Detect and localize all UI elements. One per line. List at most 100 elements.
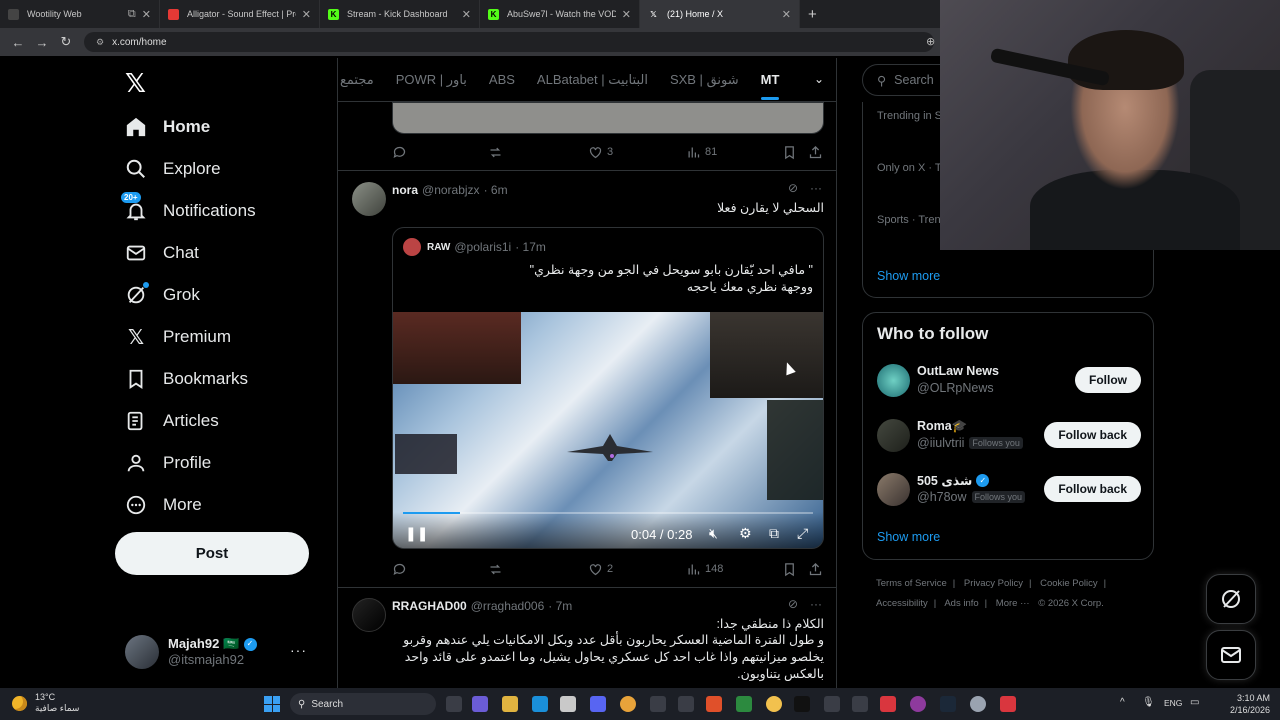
- repost-icon[interactable]: [488, 562, 503, 577]
- notification-app-icon[interactable]: [766, 696, 782, 712]
- tweet-author-handle[interactable]: @norabjzx: [422, 183, 480, 197]
- nav-chat[interactable]: Chat: [125, 233, 199, 273]
- tray-chevron-icon[interactable]: ^: [1120, 697, 1125, 708]
- edge-icon[interactable]: [532, 696, 548, 712]
- post-button[interactable]: Post: [115, 532, 309, 575]
- app-icon[interactable]: [736, 696, 752, 712]
- close-tab-icon[interactable]: ✕: [302, 8, 311, 21]
- views-button[interactable]: 148: [686, 562, 723, 577]
- tweet-time[interactable]: · 6m: [484, 183, 508, 197]
- more-dots-icon[interactable]: ···: [810, 597, 822, 611]
- app-icon[interactable]: [880, 696, 896, 712]
- close-tab-icon[interactable]: ✕: [142, 8, 151, 21]
- tab-powr[interactable]: POWR | باور: [396, 72, 467, 88]
- account-switcher[interactable]: Majah92 🇸🇦 ✓ @itsmajah92 ···: [125, 632, 325, 672]
- network-icon[interactable]: ▭: [1190, 697, 1199, 708]
- grok-fab-button[interactable]: [1206, 574, 1256, 624]
- forward-icon[interactable]: →: [30, 35, 54, 50]
- trend-item[interactable]: Only on X · Tr: [877, 162, 945, 174]
- quoted-tweet[interactable]: RAW @polaris1i · 17m " مافي احد يّقارن ب…: [392, 227, 824, 549]
- mute-icon[interactable]: 🔇︎: [709, 525, 718, 542]
- url-field[interactable]: ⚙ x.com/home: [84, 32, 934, 52]
- tweet-author-name[interactable]: nora: [392, 183, 418, 197]
- share-icon[interactable]: [808, 562, 823, 577]
- browser-tab-abuswe7l[interactable]: K AbuSwe7l - Watch the VOD on ✕: [480, 0, 640, 28]
- grok-icon[interactable]: ⊘: [788, 181, 798, 195]
- nav-premium[interactable]: 𝕏 Premium: [125, 317, 231, 357]
- tiktok-icon[interactable]: [794, 696, 810, 712]
- tweet-author-name[interactable]: RRAGHAD00: [392, 599, 467, 613]
- browser-tab-kick-dashboard[interactable]: K Stream - Kick Dashboard ✕: [320, 0, 480, 28]
- nav-notifications[interactable]: 20+ Notifications: [121, 191, 256, 231]
- show-more-link[interactable]: Show more: [877, 269, 940, 283]
- close-tab-icon[interactable]: ✕: [462, 8, 471, 21]
- video-player[interactable]: ❚❚ 0:04 / 0:28 🔇︎ ⚙ ⧉ ⤢: [393, 312, 823, 548]
- share-icon[interactable]: [808, 145, 823, 160]
- microphone-icon[interactable]: 🎙︎: [1142, 697, 1155, 708]
- bookmark-icon[interactable]: [782, 562, 797, 577]
- more-dots-icon[interactable]: ···: [290, 642, 307, 658]
- language-indicator[interactable]: ENG: [1164, 698, 1182, 708]
- app-icon[interactable]: [678, 696, 694, 712]
- tweet-time[interactable]: · 7m: [548, 599, 572, 613]
- reload-icon[interactable]: ↻: [54, 34, 78, 50]
- task-view-icon[interactable]: [446, 696, 462, 712]
- nav-grok[interactable]: Grok: [125, 275, 200, 315]
- footer-link-ads-info[interactable]: Ads info: [944, 598, 978, 609]
- zoom-icon[interactable]: ⊕: [926, 35, 935, 48]
- nav-home[interactable]: Home: [125, 107, 210, 147]
- reply-icon[interactable]: [392, 145, 407, 160]
- views-button[interactable]: 81: [686, 145, 717, 160]
- tab-abs[interactable]: ABS: [489, 72, 515, 87]
- taskbar-search[interactable]: ⚲ Search: [290, 693, 436, 715]
- nav-more[interactable]: More: [125, 485, 202, 525]
- fullscreen-icon[interactable]: ⤢: [797, 525, 808, 542]
- trend-item[interactable]: Sports · Tren: [877, 214, 941, 226]
- messages-fab-button[interactable]: [1206, 630, 1256, 680]
- file-explorer-icon[interactable]: [502, 696, 518, 712]
- footer-link-more[interactable]: More ···: [996, 598, 1030, 609]
- chrome-icon[interactable]: [620, 696, 636, 712]
- repost-icon[interactable]: [488, 145, 503, 160]
- show-more-link[interactable]: Show more: [877, 530, 940, 544]
- footer-link-cookies[interactable]: Cookie Policy: [1040, 578, 1098, 589]
- chevron-down-icon[interactable]: ⌄: [814, 72, 824, 86]
- settings-gear-icon[interactable]: [970, 696, 986, 712]
- weather-widget[interactable]: 13°C سماء صافية: [12, 692, 79, 714]
- app-icon[interactable]: [852, 696, 868, 712]
- follow-suggestion[interactable]: Roma🎓 @iiulvtrii Follows you Follow back: [877, 417, 1141, 457]
- store-icon[interactable]: [560, 696, 576, 712]
- like-button[interactable]: 3: [588, 145, 613, 160]
- tab-sxb[interactable]: SXB | شونق: [670, 72, 739, 88]
- app-icon[interactable]: [1000, 696, 1016, 712]
- like-button[interactable]: 2: [588, 562, 613, 577]
- avatar[interactable]: [352, 598, 386, 632]
- footer-link-accessibility[interactable]: Accessibility: [876, 598, 928, 609]
- reply-icon[interactable]: [392, 562, 407, 577]
- nav-explore[interactable]: Explore: [125, 149, 221, 189]
- follow-suggestion[interactable]: 505 شذى ✓ @h78ow Follows you Follow back: [877, 471, 1141, 511]
- grok-icon[interactable]: ⊘: [788, 597, 798, 611]
- follow-back-button[interactable]: Follow back: [1044, 422, 1141, 448]
- popout-icon[interactable]: ⧉: [769, 525, 779, 542]
- brave-icon[interactable]: [706, 696, 722, 712]
- bookmark-icon[interactable]: [782, 145, 797, 160]
- site-info-icon[interactable]: ⚙: [96, 37, 104, 48]
- close-tab-icon[interactable]: ✕: [622, 8, 631, 21]
- pause-icon[interactable]: ❚❚: [405, 525, 428, 542]
- steam-icon[interactable]: [940, 696, 956, 712]
- follow-suggestion[interactable]: OutLaw News @OLRpNews Follow: [877, 362, 1141, 402]
- app-icon[interactable]: [910, 696, 926, 712]
- browser-tab-x-home[interactable]: 𝕏 (21) Home / X ✕: [640, 0, 800, 28]
- trend-item[interactable]: Trending in S: [877, 110, 942, 122]
- more-dots-icon[interactable]: ···: [810, 181, 822, 195]
- footer-link-privacy[interactable]: Privacy Policy: [964, 578, 1023, 589]
- video-progress-bar[interactable]: [403, 512, 813, 514]
- nav-articles[interactable]: Articles: [125, 401, 219, 441]
- copilot-icon[interactable]: [472, 696, 488, 712]
- new-tab-icon[interactable]: +: [808, 6, 817, 23]
- footer-link-terms[interactable]: Terms of Service: [876, 578, 947, 589]
- x-logo-icon[interactable]: 𝕏: [125, 68, 146, 99]
- discord-icon[interactable]: [590, 696, 606, 712]
- tab-mt[interactable]: MT: [760, 72, 779, 100]
